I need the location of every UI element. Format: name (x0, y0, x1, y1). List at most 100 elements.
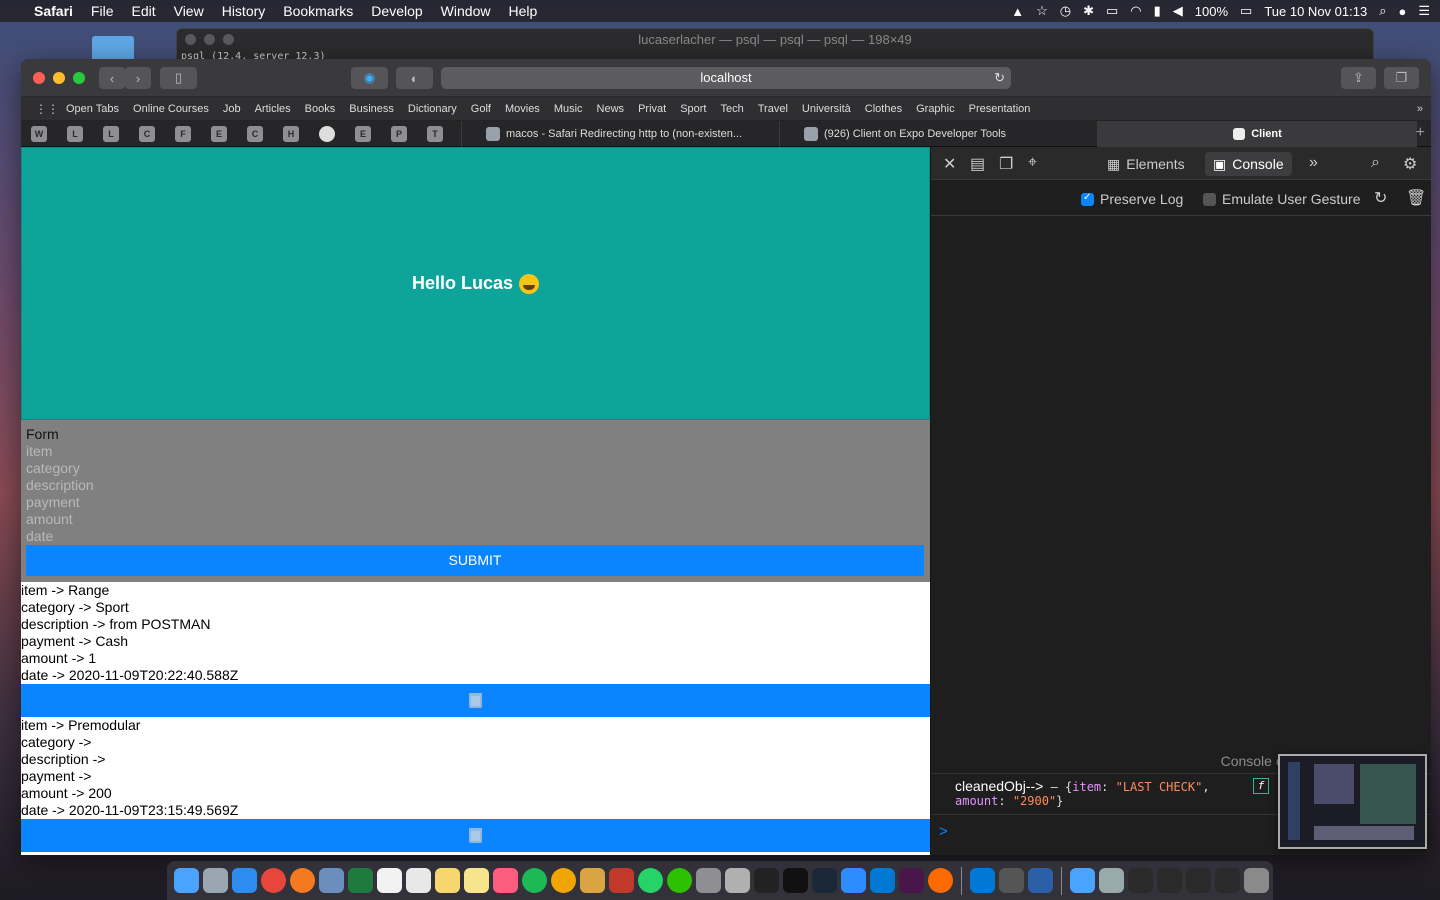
share-icon[interactable]: ⇪ (1341, 67, 1376, 89)
menu-view[interactable]: View (174, 3, 204, 19)
menu-window[interactable]: Window (441, 3, 491, 19)
docker-icon[interactable]: ▲ (1011, 4, 1024, 19)
menu-file[interactable]: File (91, 3, 114, 19)
detach-window-icon[interactable]: ❐ (999, 154, 1013, 174)
spotlight-icon[interactable]: ⌕ (1379, 3, 1386, 19)
minimized-window-2-icon[interactable] (1157, 868, 1182, 893)
fav-music[interactable]: Music (554, 103, 583, 115)
console-prompt[interactable]: > (939, 823, 948, 840)
pinned-tab-l1[interactable]: L (67, 125, 83, 142)
preview-icon[interactable] (319, 868, 344, 893)
excel-icon[interactable] (348, 868, 373, 893)
fav-graphic[interactable]: Graphic (916, 103, 955, 115)
pinned-tab-p[interactable]: P (391, 125, 407, 142)
books-icon[interactable] (580, 868, 605, 893)
dock-bottom-icon[interactable]: ▤ (970, 154, 985, 174)
pinned-tab-t[interactable]: T (427, 125, 443, 142)
pinned-tab-e2[interactable]: E (355, 125, 371, 142)
whatsapp-icon[interactable] (638, 868, 663, 893)
music-icon[interactable] (493, 868, 518, 893)
element-picker-icon[interactable]: ⌖ (1028, 154, 1037, 172)
menu-edit[interactable]: Edit (131, 3, 155, 19)
notification-center-icon[interactable]: ☰ (1418, 3, 1430, 19)
pinned-tab-c2[interactable]: C (247, 125, 263, 142)
fav-privat[interactable]: Privat (638, 103, 666, 115)
delete-record-button[interactable] (21, 819, 930, 852)
close-inspector-icon[interactable]: ✕ (943, 154, 956, 174)
grid-icon[interactable]: ⋮⋮ (35, 102, 59, 116)
minimized-window-4-icon[interactable] (1215, 868, 1240, 893)
close-window-button[interactable] (33, 72, 45, 84)
fav-dictionary[interactable]: Dictionary (408, 103, 457, 115)
forward-button[interactable]: › (125, 67, 151, 89)
payment-input[interactable]: payment (26, 494, 925, 511)
dictionary-icon[interactable] (609, 868, 634, 893)
fav-articles[interactable]: Articles (255, 103, 291, 115)
calendar-icon[interactable] (377, 868, 402, 893)
disk-utility-icon[interactable] (725, 868, 750, 893)
item-input[interactable]: item (26, 443, 925, 460)
tab-console[interactable]: ▣ Console (1205, 152, 1292, 176)
safari-icon[interactable] (232, 868, 257, 893)
back-button[interactable]: ‹ (99, 67, 125, 89)
function-badge-icon[interactable]: f (1253, 778, 1269, 794)
slack-icon[interactable] (899, 868, 924, 893)
pinned-tab-e1[interactable]: E (211, 125, 227, 142)
emulate-gesture-checkbox[interactable]: Emulate User Gesture (1203, 191, 1361, 207)
wifi-icon[interactable]: ◠ (1130, 3, 1141, 19)
search-icon[interactable]: ⌕ (1371, 154, 1380, 172)
preserve-log-checkbox[interactable]: Preserve Log (1081, 191, 1183, 207)
menu-app-safari[interactable]: Safari (34, 3, 73, 19)
tab-expo-devtools[interactable]: (926) Client on Expo Developer Tools (779, 120, 1097, 147)
postman-icon[interactable] (928, 868, 953, 893)
fingerprint-icon[interactable] (1028, 868, 1053, 893)
flag-italy-icon[interactable]: ▮ (1154, 3, 1161, 19)
fav-clothes[interactable]: Clothes (865, 103, 902, 115)
more-tabs-icon[interactable]: » (1309, 154, 1318, 172)
fav-books[interactable]: Books (305, 103, 336, 115)
date-input[interactable]: date (26, 528, 925, 545)
xcode-instruments-icon[interactable] (999, 868, 1024, 893)
screenshot-thumbnail[interactable] (1278, 754, 1427, 849)
vscode-icon[interactable] (870, 868, 895, 893)
delete-record-button[interactable] (21, 684, 930, 717)
fav-universita[interactable]: Università (802, 103, 851, 115)
pinned-tab-c1[interactable]: C (139, 125, 155, 142)
favorites-overflow-icon[interactable]: » (1417, 103, 1423, 115)
menu-history[interactable]: History (222, 3, 266, 19)
clock[interactable]: Tue 10 Nov 01:13 (1264, 4, 1367, 19)
category-input[interactable]: category (26, 460, 925, 477)
terminal-icon[interactable] (783, 868, 808, 893)
zoom-window-button[interactable] (73, 72, 85, 84)
finder-icon[interactable] (174, 868, 199, 893)
submit-button[interactable]: SUBMIT (26, 545, 924, 576)
activity-monitor-icon[interactable] (754, 868, 779, 893)
bluetooth-icon[interactable]: ✱ (1083, 3, 1094, 19)
battery-icon[interactable]: ▭ (1240, 3, 1252, 19)
address-bar[interactable]: localhost ↻ (441, 67, 1011, 89)
pinned-tab-l2[interactable]: L (103, 125, 119, 142)
chrome-icon[interactable] (261, 868, 286, 893)
tab-macos-redirect[interactable]: macos - Safari Redirecting http to (non-… (461, 120, 779, 147)
downloads-folder-icon[interactable] (1070, 868, 1095, 893)
time-machine-icon[interactable]: ◷ (1060, 3, 1071, 19)
tab-elements[interactable]: ▦ Elements (1099, 152, 1193, 176)
battery-percent[interactable]: 100% (1195, 4, 1228, 19)
tab-client[interactable]: Client (1097, 120, 1417, 147)
wechat-icon[interactable] (667, 868, 692, 893)
menu-help[interactable]: Help (508, 3, 537, 19)
amount-input[interactable]: amount (26, 511, 925, 528)
pinned-tab-github-icon[interactable] (319, 125, 335, 142)
textedit-icon[interactable] (406, 868, 431, 893)
new-tab-icon[interactable]: + (1416, 124, 1425, 142)
stickies-icon[interactable] (435, 868, 460, 893)
menu-develop[interactable]: Develop (371, 3, 422, 19)
minimized-window-3-icon[interactable] (1186, 868, 1211, 893)
pinned-tab-w[interactable]: W (31, 125, 47, 142)
privacy-shield-icon[interactable]: ◐ (396, 67, 433, 89)
fav-golf[interactable]: Golf (471, 103, 491, 115)
keyboard-icon[interactable]: ▭ (1106, 3, 1118, 19)
firefox-icon[interactable] (290, 868, 315, 893)
fav-open-tabs[interactable]: Open Tabs (66, 103, 119, 115)
reload-page-icon[interactable]: ↻ (1374, 188, 1387, 208)
